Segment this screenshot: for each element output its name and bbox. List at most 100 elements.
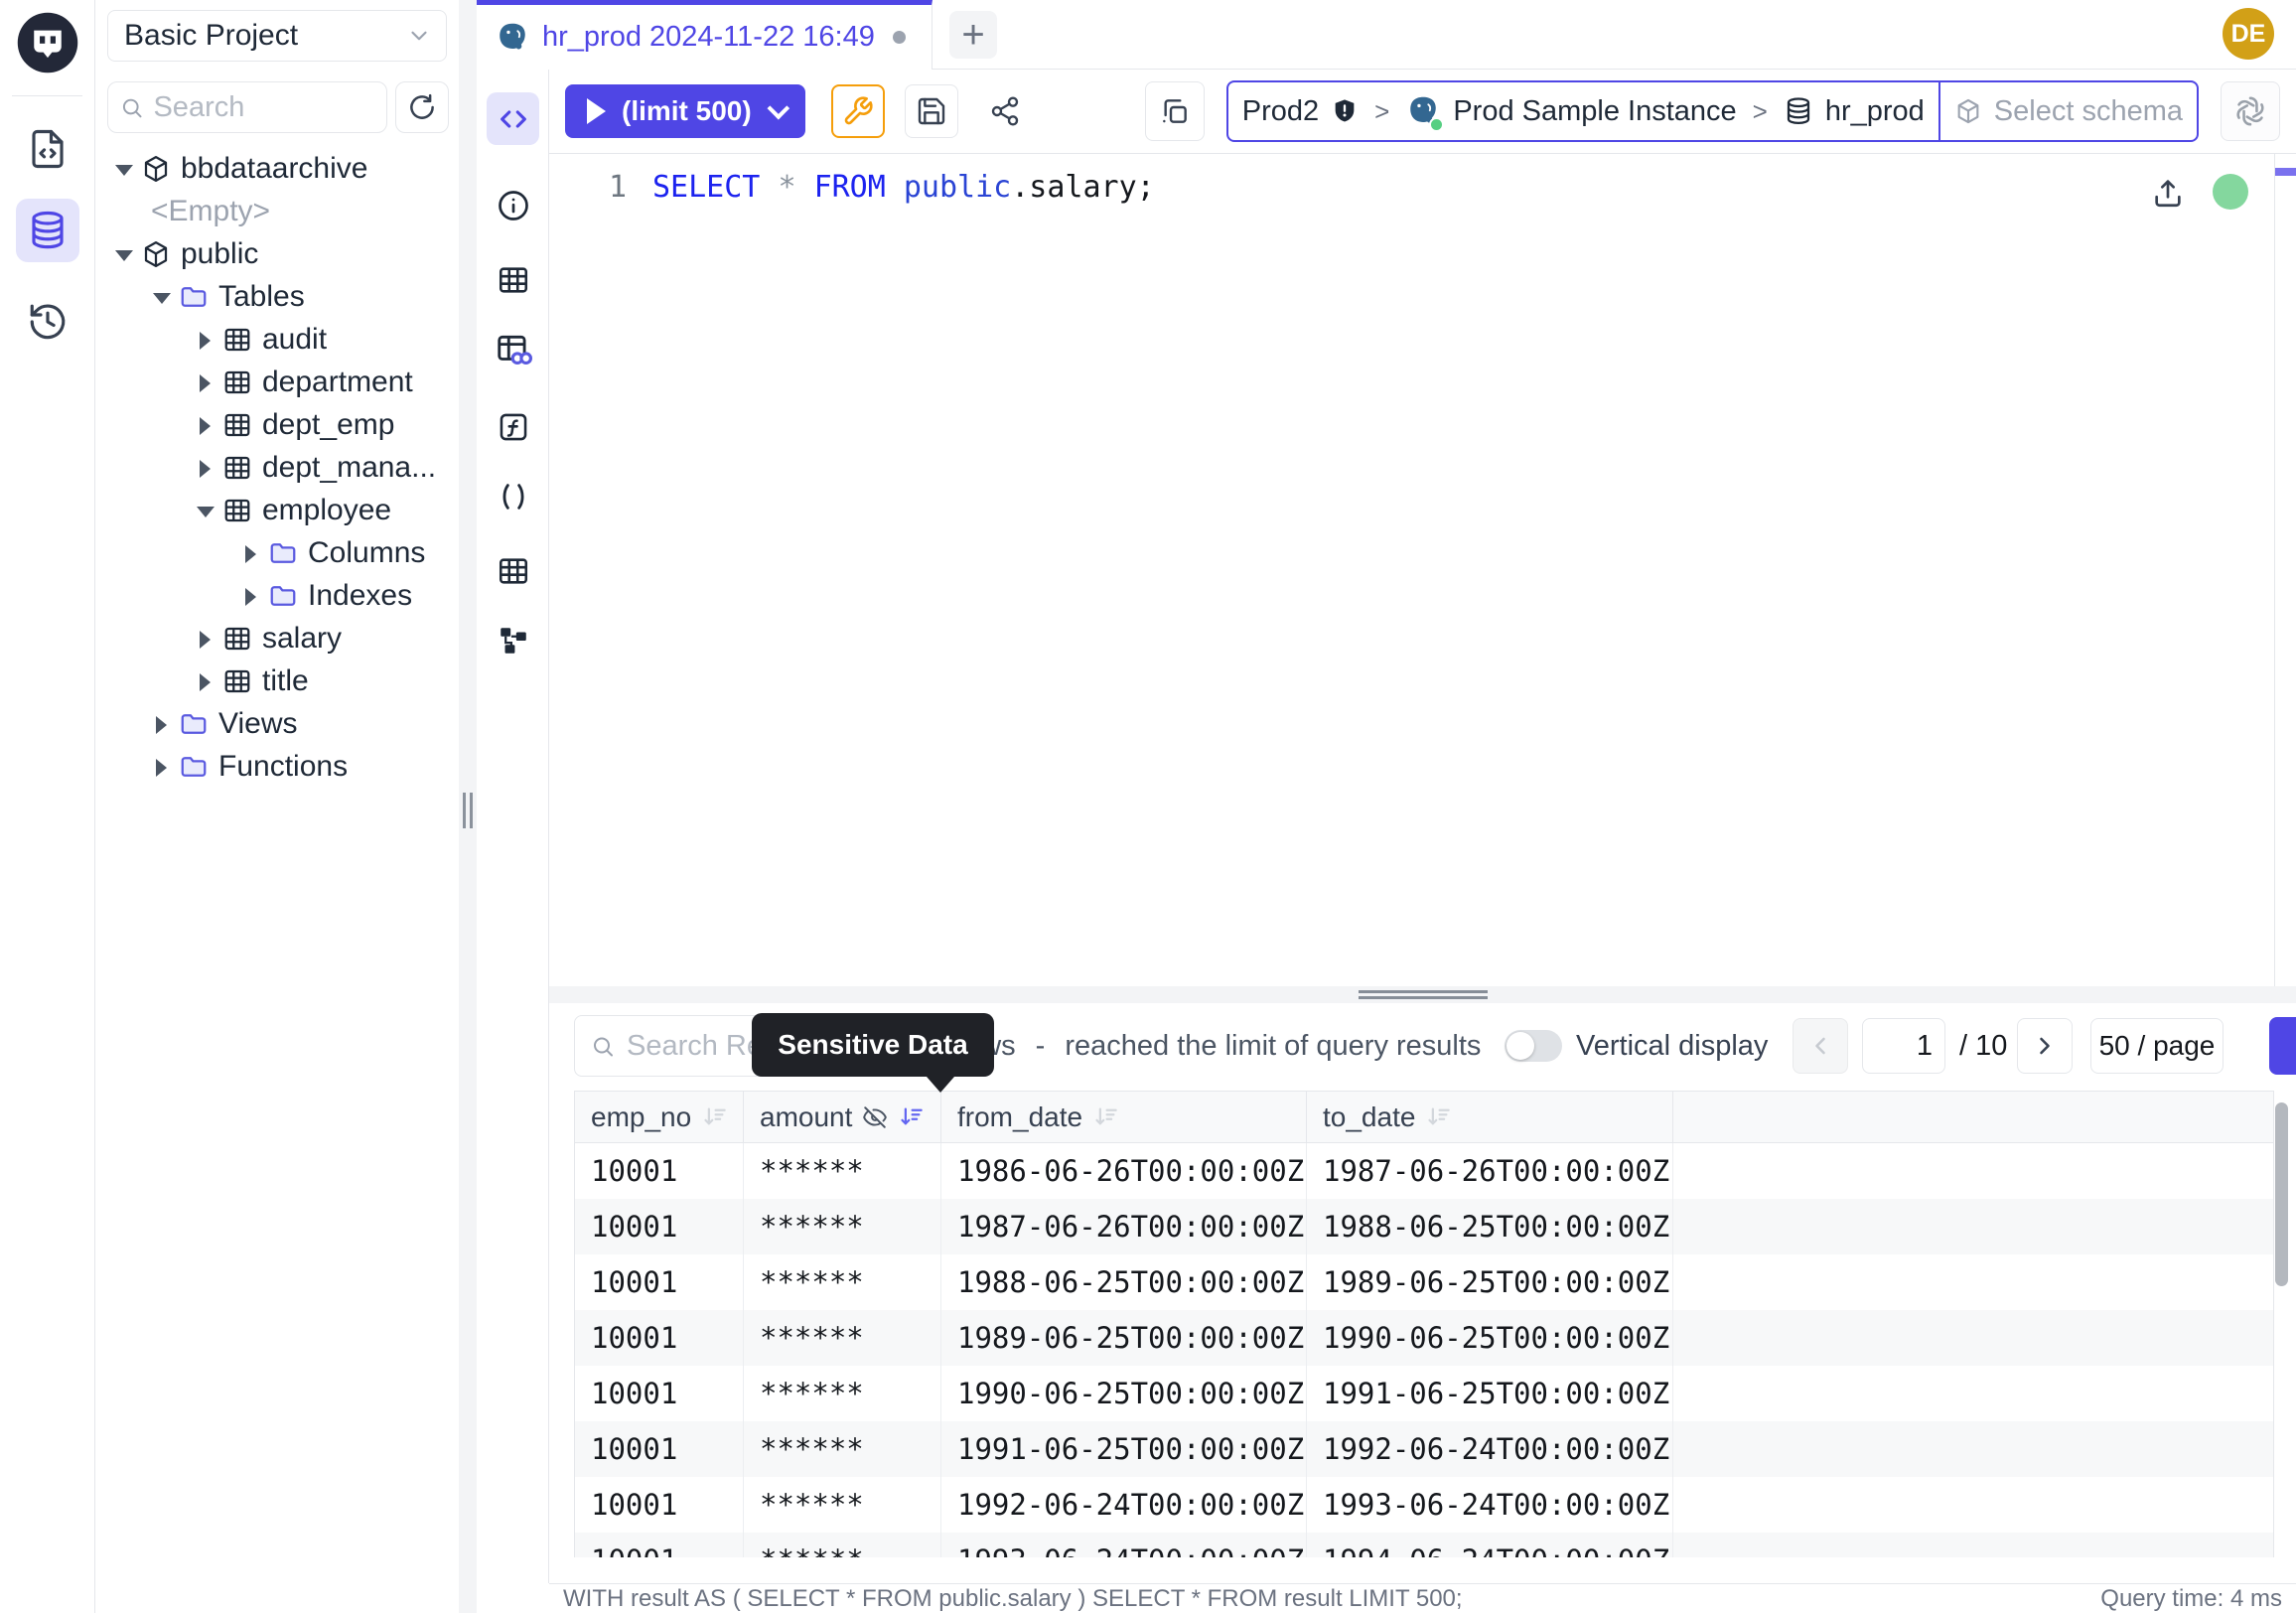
table-cell[interactable]: 1991-06-25T00:00:00Z — [941, 1421, 1307, 1477]
panel-resize-handle[interactable] — [549, 986, 2296, 1003]
caret-down-icon[interactable] — [115, 246, 131, 262]
schema-diagram-button[interactable] — [487, 614, 539, 666]
tree-item-indexes[interactable]: Indexes — [95, 574, 459, 617]
caret-right-icon[interactable] — [197, 673, 213, 689]
caret-down-icon[interactable] — [153, 289, 169, 305]
table-cell[interactable]: 1991-06-25T00:00:00Z — [1307, 1366, 1673, 1421]
caret-right-icon[interactable] — [242, 545, 258, 561]
vertical-display-toggle[interactable] — [1505, 1030, 1562, 1062]
tab-hr-prod[interactable]: hr_prod 2024-11-22 16:49 — [477, 0, 933, 70]
column-header-from-date[interactable]: from_date — [941, 1092, 1307, 1142]
export-button-clipped[interactable] — [2269, 1017, 2296, 1075]
tables-panel-button[interactable] — [487, 253, 539, 306]
table-cell[interactable]: 1993-06-24T00:00:00Z — [941, 1533, 1307, 1557]
caret-right-icon[interactable] — [242, 588, 258, 604]
ai-assistant-button[interactable] — [2221, 81, 2280, 141]
caret-right-icon[interactable] — [197, 417, 213, 433]
functions-panel-button[interactable] — [487, 400, 539, 453]
table-cell[interactable]: 1994-06-24T00:00:00Z — [1307, 1533, 1673, 1557]
sort-descending-icon[interactable] — [1092, 1103, 1119, 1130]
info-button[interactable] — [487, 179, 539, 231]
tree-item-department[interactable]: department — [95, 361, 459, 403]
tree-item-public[interactable]: public — [95, 232, 459, 275]
table-cell[interactable]: 1987-06-26T00:00:00Z — [941, 1199, 1307, 1254]
table-cell[interactable]: 1988-06-25T00:00:00Z — [941, 1254, 1307, 1310]
sheet-code-button[interactable] — [487, 92, 539, 145]
table-cell[interactable]: 1988-06-25T00:00:00Z — [1307, 1199, 1673, 1254]
table-cell[interactable]: ****** — [744, 1421, 941, 1477]
editor-overview-ruler[interactable] — [2274, 154, 2296, 986]
rail-worksheet-button[interactable] — [16, 117, 79, 181]
table-cell[interactable]: 10001 — [575, 1366, 744, 1421]
caret-right-icon[interactable] — [153, 716, 169, 732]
new-tab-button[interactable]: + — [949, 11, 997, 59]
table-row[interactable]: 10001******1993-06-24T00:00:00Z1994-06-2… — [575, 1533, 2273, 1557]
masked-data-panel-button[interactable] — [487, 323, 539, 375]
format-sql-button[interactable] — [831, 84, 885, 138]
project-selector[interactable]: Basic Project — [107, 10, 447, 62]
tree-item-functions[interactable]: Functions — [95, 745, 459, 788]
refresh-button[interactable] — [395, 81, 449, 133]
table-cell[interactable]: ****** — [744, 1366, 941, 1421]
table-cell[interactable]: 10001 — [575, 1310, 744, 1366]
table-row[interactable]: 10001******1991-06-25T00:00:00Z1992-06-2… — [575, 1421, 2273, 1477]
page-number-input[interactable] — [1862, 1018, 1945, 1074]
sidebar-search[interactable] — [107, 81, 387, 133]
table-row[interactable]: 10001******1988-06-25T00:00:00Z1989-06-2… — [575, 1254, 2273, 1310]
tree-item-salary[interactable]: salary — [95, 617, 459, 660]
table-cell[interactable]: 1990-06-25T00:00:00Z — [941, 1366, 1307, 1421]
caret-down-icon[interactable] — [115, 161, 131, 177]
table-cell[interactable]: 1993-06-24T00:00:00Z — [1307, 1477, 1673, 1533]
breadcrumb-instance[interactable]: Prod Sample Instance — [1391, 82, 1750, 140]
tree-item-tables[interactable]: Tables — [95, 275, 459, 318]
breadcrumb-environment[interactable]: Prod2 — [1228, 82, 1372, 140]
share-sheet-button[interactable] — [978, 84, 1032, 138]
page-size-selector[interactable]: 50 / page — [2090, 1018, 2224, 1074]
table-cell[interactable]: ****** — [744, 1533, 941, 1557]
external-tables-panel-button[interactable] — [487, 544, 539, 597]
avatar[interactable]: DE — [2223, 8, 2274, 60]
table-cell[interactable]: 10001 — [575, 1533, 744, 1557]
table-cell[interactable]: 1986-06-26T00:00:00Z — [941, 1143, 1307, 1199]
table-cell[interactable]: ****** — [744, 1310, 941, 1366]
table-cell[interactable]: 1990-06-25T00:00:00Z — [1307, 1310, 1673, 1366]
table-cell[interactable]: 10001 — [575, 1143, 744, 1199]
sort-descending-icon[interactable] — [701, 1103, 728, 1130]
table-cell[interactable]: ****** — [744, 1254, 941, 1310]
sidebar-resize-handle[interactable] — [459, 0, 477, 1613]
schema-selector[interactable]: Select schema — [1940, 82, 2197, 140]
run-query-button[interactable]: (limit 500) — [565, 84, 805, 138]
table-cell[interactable]: 10001 — [575, 1477, 744, 1533]
caret-right-icon[interactable] — [197, 374, 213, 390]
table-cell[interactable]: ****** — [744, 1143, 941, 1199]
tree-item-title[interactable]: title — [95, 660, 459, 702]
results-scrollbar[interactable] — [2275, 1102, 2288, 1286]
table-cell[interactable]: 10001 — [575, 1421, 744, 1477]
table-cell[interactable]: 1987-06-26T00:00:00Z — [1307, 1143, 1673, 1199]
table-cell[interactable]: ****** — [744, 1199, 941, 1254]
table-row[interactable]: 10001******1992-06-24T00:00:00Z1993-06-2… — [575, 1477, 2273, 1533]
column-header-to-date[interactable]: to_date — [1307, 1092, 1673, 1142]
table-row[interactable]: 10001******1989-06-25T00:00:00Z1990-06-2… — [575, 1310, 2273, 1366]
prev-page-button[interactable] — [1793, 1018, 1848, 1074]
table-cell[interactable]: 10001 — [575, 1199, 744, 1254]
app-logo-icon[interactable] — [15, 10, 80, 75]
batch-query-button[interactable] — [1145, 81, 1205, 141]
upload-sql-button[interactable] — [2151, 176, 2185, 210]
caret-right-icon[interactable] — [197, 332, 213, 348]
sort-descending-icon[interactable] — [1425, 1103, 1452, 1130]
table-row[interactable]: 10001******1986-06-26T00:00:00Z1987-06-2… — [575, 1143, 2273, 1199]
tree-item-employee[interactable]: employee — [95, 489, 459, 531]
sql-editor[interactable]: 1 SELECT * FROM public.salary; — [549, 154, 2296, 986]
table-cell[interactable]: 1989-06-25T00:00:00Z — [1307, 1254, 1673, 1310]
tree-item-audit[interactable]: audit — [95, 318, 459, 361]
procedures-panel-button[interactable] — [487, 470, 539, 522]
table-cell[interactable]: 1989-06-25T00:00:00Z — [941, 1310, 1307, 1366]
save-sheet-button[interactable] — [905, 84, 958, 138]
caret-right-icon[interactable] — [153, 759, 169, 775]
breadcrumb-database[interactable]: hr_prod — [1770, 82, 1938, 140]
tree-item-dept-manager[interactable]: dept_mana... — [95, 446, 459, 489]
rail-history-button[interactable] — [16, 290, 79, 354]
tree-item-bbdataarchive[interactable]: bbdataarchive — [95, 147, 459, 190]
caret-right-icon[interactable] — [197, 460, 213, 476]
